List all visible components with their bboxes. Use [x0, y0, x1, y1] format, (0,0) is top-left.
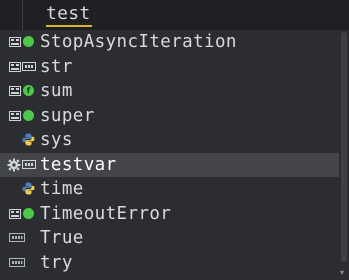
scroll-down-arrow-icon[interactable]: ▾	[340, 268, 344, 277]
editor-typed-text[interactable]: test	[46, 3, 91, 25]
completion-item-label: try	[40, 252, 73, 273]
completion-item[interactable]: f sum	[0, 79, 339, 104]
completion-item-label: sys	[40, 130, 73, 151]
keyword-icon	[0, 226, 40, 250]
keyword-icon	[0, 251, 40, 275]
function-icon: f	[0, 79, 40, 103]
completion-item[interactable]: try	[0, 251, 339, 276]
completion-item[interactable]: StopAsyncIteration	[0, 30, 339, 55]
popup-scrollbar-thumb[interactable]	[341, 32, 347, 262]
completion-popup: StopAsyncIteration str f sum super sys t…	[0, 30, 349, 280]
completion-item-label: testvar	[40, 154, 117, 175]
class-icon	[0, 30, 40, 54]
completion-item[interactable]: super	[0, 104, 339, 129]
completion-item[interactable]: time	[0, 177, 339, 202]
python-module-icon	[0, 177, 40, 201]
completion-item-label: super	[40, 105, 95, 126]
completion-item[interactable]: True	[0, 226, 339, 251]
completion-item-label: TimeoutError	[40, 203, 172, 224]
completion-item-label: True	[40, 228, 84, 249]
completion-item-label: sum	[40, 81, 73, 102]
completion-item-label: str	[40, 56, 73, 77]
completion-item[interactable]: str	[0, 55, 339, 80]
class-icon	[0, 202, 40, 226]
class-parameter-icon	[0, 55, 40, 79]
completion-item[interactable]: sys	[0, 128, 339, 153]
typed-text-underline	[46, 25, 92, 27]
completion-item-selected[interactable]: testvar	[0, 152, 339, 177]
indent-guide	[22, 0, 23, 30]
python-module-icon	[0, 128, 40, 152]
completion-item[interactable]: TimeoutError	[0, 202, 339, 227]
completion-item-label: StopAsyncIteration	[40, 32, 237, 53]
editor-line[interactable]: test	[0, 0, 349, 30]
editor-window: test StopAsyncIteration str f sum super …	[0, 0, 349, 280]
completion-item-label: time	[40, 179, 84, 200]
variable-icon	[0, 153, 40, 177]
class-icon	[0, 104, 40, 128]
